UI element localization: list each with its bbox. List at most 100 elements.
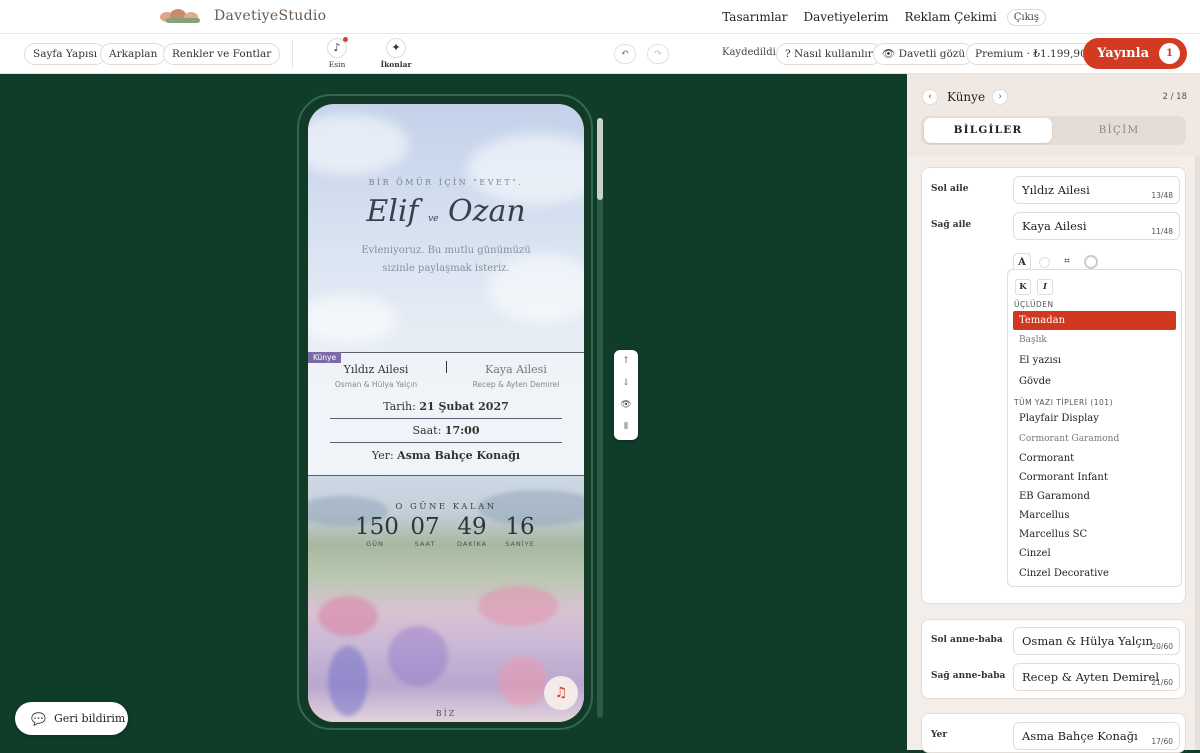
hero-subtitle: BİR ÖMÜR İÇİN "EVET". (368, 178, 524, 187)
publish-button[interactable]: Yayınla 1 (1083, 38, 1187, 69)
right-parents-input[interactable]: Recep & Ayten Demirel 21/60 (1013, 663, 1180, 691)
font-option[interactable]: Cinzel (1013, 544, 1176, 563)
icons-tool[interactable]: ✦ İkonlar (376, 38, 416, 69)
nav-designs[interactable]: Tasarımlar (722, 10, 787, 24)
left-parents-value: Osman & Hülya Yalçın (1022, 634, 1153, 648)
font-option[interactable]: Marcellus SC (1013, 525, 1176, 544)
bold-button[interactable]: K (1015, 279, 1031, 295)
prev-section-button[interactable]: ‹ (922, 89, 938, 105)
undo-button[interactable]: ↶ (614, 44, 636, 64)
chevron-left-icon: ‹ (928, 92, 932, 102)
editor-toolbar: Sayfa Yapısı Arkaplan Renkler ve Fontlar… (0, 34, 1200, 74)
right-family-row: Sağ aile Kaya Ailesi 11/48 (931, 212, 1181, 241)
date-value: 21 Şubat 2027 (419, 400, 509, 413)
font-dropdown[interactable]: K I ÜÇLÜDEN Temadan Başlık El yazısı Göv… (1007, 269, 1182, 587)
countdown-seconds-label: SANİYE (505, 540, 535, 548)
font-option[interactable]: Cormorant Garamond (1013, 430, 1176, 449)
page-structure-button[interactable]: Sayfa Yapısı (24, 43, 107, 65)
font-option[interactable]: Cormorant (1013, 449, 1176, 468)
countdown-days: 150 GÜN (355, 514, 399, 548)
right-family: Kaya Ailesi Recep & Ayten Demirel (456, 363, 576, 389)
family-card: Sol aile Yıldız Ailesi 13/48 Sağ aile Ka… (921, 167, 1186, 604)
right-family-count: 11/48 (1151, 227, 1173, 236)
date-label: Tarih: (383, 400, 416, 413)
redo-button[interactable]: ↷ (647, 44, 669, 64)
panel-header: ‹ Künye › 2 / 18 BİLGİLER BİÇİM (907, 74, 1200, 156)
left-family-count: 13/48 (1151, 191, 1173, 200)
right-parents-value: Recep & Ayten Demirel (1022, 670, 1160, 684)
right-family-input[interactable]: Kaya Ailesi 11/48 (1013, 212, 1180, 240)
properties-panel: ‹ Künye › 2 / 18 BİLGİLER BİÇİM Sol aile… (907, 74, 1200, 753)
move-up-button[interactable]: ↑ (614, 350, 638, 372)
place-value: Asma Bahçe Konağı (1022, 729, 1138, 743)
kunye-section[interactable]: Künye Yıldız Ailesi Osman & Hülya Yalçın… (308, 352, 584, 476)
sparkle-icon: ✦ (391, 41, 401, 54)
left-parents-input[interactable]: Osman & Hülya Yalçın 20/60 (1013, 627, 1180, 655)
visibility-toggle[interactable]: 👁 (614, 394, 638, 416)
preview-scroll-thumb[interactable] (597, 118, 603, 200)
font-option[interactable]: Cinzel Decorative (1013, 564, 1176, 583)
music-button[interactable]: ♫ (544, 676, 578, 710)
drag-handle[interactable]: ⦀ (614, 416, 638, 438)
outline-circle-button[interactable] (1084, 255, 1098, 269)
section-controls: ↑ ↓ 👁 ⦀ (614, 350, 638, 440)
color-swatch-button[interactable] (1039, 256, 1050, 268)
notification-dot (343, 37, 348, 42)
countdown-days-value: 150 (355, 514, 399, 540)
tab-format[interactable]: BİÇİM (1055, 118, 1183, 143)
font-option[interactable]: Marcellus (1013, 506, 1176, 525)
how-to-use-button[interactable]: ? Nasıl kullanılır (776, 43, 882, 65)
inspiration-tool[interactable]: ♪ Esin (317, 37, 357, 69)
move-down-button[interactable]: ↓ (614, 372, 638, 394)
left-family-label: Sol aile (931, 184, 969, 194)
left-parents-row: Sol anne-baba Osman & Hülya Yalçın 20/60 (931, 627, 1181, 656)
place-count: 17/60 (1151, 737, 1173, 746)
top-nav: DavetiyeStudio Tasarımlar Davetiyelerim … (0, 0, 1200, 34)
tab-info[interactable]: BİLGİLER (924, 118, 1052, 143)
place-card: Yer Asma Bahçe Konağı 17/60 (921, 713, 1186, 753)
place-label: Yer (931, 730, 948, 740)
colors-fonts-button[interactable]: Renkler ve Fontlar (163, 43, 281, 65)
footer-text: BİZ (435, 709, 457, 718)
countdown-hours: 07 SAAT (405, 514, 445, 548)
panel-scrollbar[interactable] (1195, 156, 1200, 750)
background-button[interactable]: Arkaplan (100, 43, 167, 65)
eye-icon: 👁 (882, 48, 899, 60)
time-label: Saat: (412, 424, 442, 437)
music-note-icon: ♪ (333, 41, 341, 54)
inspiration-label: Esin (328, 60, 346, 69)
font-option[interactable]: EB Garamond (1013, 487, 1176, 506)
next-section-button[interactable]: › (992, 89, 1008, 105)
left-parents-count: 20/60 (1151, 642, 1173, 651)
font-option[interactable]: Cormorant Infant (1013, 468, 1176, 487)
logo[interactable]: DavetiyeStudio (156, 6, 326, 26)
premium-button[interactable]: Premium · ₺1.199,90 (966, 43, 1096, 65)
preview-scrollbar[interactable] (597, 118, 603, 718)
right-family-name: Kaya Ailesi (485, 363, 547, 376)
all-fonts-heading: TÜM YAZI TİPLERİ (101) (1014, 398, 1113, 407)
italic-button[interactable]: I (1037, 279, 1053, 295)
nav-my-invitations[interactable]: Davetiyelerim (803, 10, 888, 24)
icons-label: İkonlar (380, 60, 412, 69)
logout-button[interactable]: Çıkış (1006, 8, 1046, 26)
family-divider (446, 361, 447, 373)
chat-icon: 💬 (31, 711, 46, 726)
font-option[interactable]: Playfair Display (1013, 409, 1176, 428)
parents-card: Sol anne-baba Osman & Hülya Yalçın 20/60… (921, 619, 1186, 699)
phone-preview: BİR ÖMÜR İÇİN "EVET". Elif ve Ozan Evlen… (297, 94, 593, 730)
left-family-input[interactable]: Yıldız Ailesi 13/48 (1013, 176, 1180, 204)
right-family-value: Kaya Ailesi (1022, 219, 1087, 233)
nav-ad-shoot[interactable]: Reklam Çekimi (905, 10, 997, 24)
feedback-button[interactable]: 💬 Geri bildirim (15, 702, 128, 735)
left-family-value: Yıldız Ailesi (1022, 183, 1090, 197)
place-label: Yer: (371, 449, 394, 462)
logo-text: DavetiyeStudio (214, 8, 327, 24)
guest-view-button[interactable]: 👁 Davetli gözü (873, 43, 975, 65)
place-input[interactable]: Asma Bahçe Konağı 17/60 (1013, 722, 1180, 750)
right-parents-row: Sağ anne-baba Recep & Ayten Demirel 21/6… (931, 663, 1181, 692)
font-option-handwriting[interactable]: El yazısı (1013, 351, 1176, 370)
font-option-body[interactable]: Gövde (1013, 372, 1176, 391)
invitation-screen[interactable]: BİR ÖMÜR İÇİN "EVET". Elif ve Ozan Evlen… (308, 104, 584, 722)
font-option-theme[interactable]: Temadan (1013, 311, 1176, 330)
font-option-heading[interactable]: Başlık (1013, 331, 1176, 350)
